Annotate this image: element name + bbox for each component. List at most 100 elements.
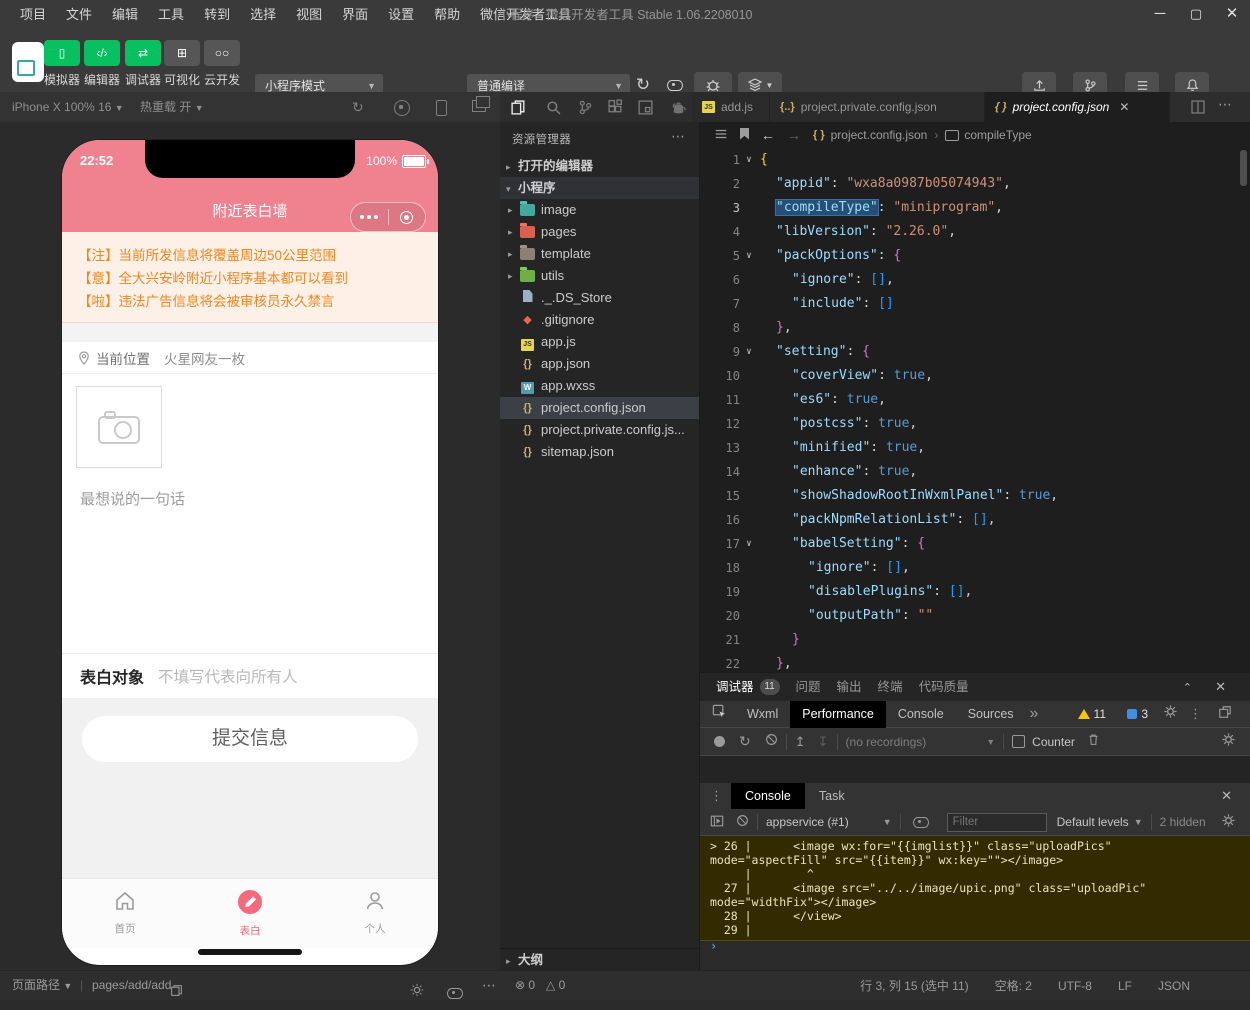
image-upload-button[interactable] — [76, 386, 162, 468]
tree-item-app-js[interactable]: JSapp.js — [500, 331, 699, 353]
console-sidebar-icon[interactable] — [710, 814, 724, 831]
editor-scrollbar[interactable] — [1240, 150, 1247, 186]
tab-confession[interactable]: 表白 — [215, 889, 285, 938]
menu-settings[interactable]: 设置 — [378, 0, 424, 30]
outline-section[interactable]: ▸大纲 — [500, 948, 699, 970]
phone-simulator[interactable]: 22:52 100% 附近表白墙 【注】当前所发信息将覆盖周边50公里范围 【意… — [62, 140, 438, 965]
cloud-dev-button[interactable]: ○○ 云开发 — [202, 40, 242, 88]
encoding[interactable]: UTF-8 — [1058, 979, 1092, 993]
hot-reload-select[interactable]: 热重载 开 ▼ — [140, 92, 204, 123]
source-control-icon[interactable] — [577, 99, 594, 116]
tab-terminal[interactable]: 终端 — [878, 673, 903, 701]
preview-panel-icon[interactable] — [637, 99, 654, 116]
explorer-more-icon[interactable]: ⋯ — [671, 128, 685, 145]
tree-item-project-private-config[interactable]: {}project.private.config.js... — [500, 419, 699, 441]
drawer-more-icon[interactable]: ⋮ — [710, 788, 723, 804]
record-icon[interactable] — [394, 100, 410, 116]
status-more-icon[interactable]: ⋯ — [482, 971, 496, 1000]
tree-item-sitemap-json[interactable]: {}sitemap.json — [500, 441, 699, 463]
menu-help[interactable]: 帮助 — [424, 0, 470, 30]
perf-settings-icon[interactable] — [1221, 732, 1236, 752]
menu-select[interactable]: 选择 — [240, 0, 286, 30]
tree-item-ds-store[interactable]: ._.DS_Store — [500, 287, 699, 309]
reload-icon[interactable]: ↻ — [739, 733, 751, 750]
code-content[interactable]: 1∨{2"appid": "wxa8a0987b05074943",3"comp… — [700, 148, 1250, 676]
log-levels-select[interactable]: Default levels — [1057, 815, 1129, 829]
more-menu-icon[interactable] — [351, 215, 388, 219]
devtools-settings-icon[interactable] — [1163, 704, 1178, 724]
tab-home[interactable]: 首页 — [90, 889, 160, 936]
clear-icon[interactable] — [765, 733, 778, 751]
message-textarea[interactable]: 最想说的一句话 — [80, 488, 185, 509]
teapot-icon[interactable] — [670, 99, 687, 116]
menu-file[interactable]: 文件 — [56, 0, 102, 30]
more-tabs-icon[interactable]: » — [1030, 705, 1039, 723]
location-row[interactable]: 当前位置 火星网友一枚 — [62, 342, 438, 374]
trash-icon[interactable] — [1087, 733, 1100, 751]
tree-item-utils[interactable]: ▸utils — [500, 265, 699, 287]
menu-edit[interactable]: 编辑 — [102, 0, 148, 30]
record-button[interactable] — [714, 736, 725, 747]
breadcrumb-file[interactable]: project.config.json — [831, 128, 928, 142]
console-tab[interactable]: Console — [731, 783, 805, 809]
devtools-tab-performance[interactable]: Performance — [790, 701, 886, 728]
tree-item-app-json[interactable]: {}app.json — [500, 353, 699, 375]
code-editor[interactable]: ← → { } project.config.json › compileTyp… — [700, 122, 1250, 672]
collapse-panel-icon[interactable]: ⌃ — [1183, 681, 1192, 694]
tree-item-pages[interactable]: ▸pages — [500, 221, 699, 243]
bookmark-icon[interactable] — [740, 128, 749, 143]
devtools-tab-sources[interactable]: Sources — [956, 701, 1026, 728]
devtools-tab-wxml[interactable]: Wxml — [735, 701, 790, 728]
menu-interface[interactable]: 界面 — [332, 0, 378, 30]
tree-item-template[interactable]: ▸template — [500, 243, 699, 265]
extensions-icon[interactable] — [607, 99, 624, 116]
clear-console-icon[interactable] — [736, 814, 749, 830]
page-path-select[interactable]: 页面路径 ▼ — [12, 971, 72, 1001]
tree-item-app-wxss[interactable]: Wapp.wxss — [500, 375, 699, 397]
menu-view[interactable]: 视图 — [286, 0, 332, 30]
console-warning-log[interactable]: > 26 | <image wx:for="{{imglist}}" class… — [700, 836, 1250, 941]
watch-icon[interactable] — [447, 981, 463, 1010]
exit-target-icon[interactable] — [389, 211, 426, 224]
tab-output[interactable]: 输出 — [837, 673, 862, 701]
warning-counter[interactable]: 11 — [1078, 707, 1106, 721]
console-settings-icon[interactable] — [1221, 813, 1236, 831]
close-tab-icon[interactable]: ✕ — [1119, 100, 1129, 114]
load-profile-icon[interactable]: ↥ — [795, 734, 806, 750]
tree-item-image[interactable]: ▸image — [500, 199, 699, 221]
editor-toggle-button[interactable]: ‹/› 编辑器 — [82, 40, 122, 88]
submit-button[interactable]: 提交信息 — [82, 716, 418, 762]
target-row[interactable]: 表白对象 不填写代表向所有人 — [62, 653, 438, 698]
tree-item-project-config-json[interactable]: {}project.config.json — [500, 397, 699, 419]
search-icon[interactable] — [545, 99, 562, 116]
popout-icon[interactable] — [1218, 705, 1232, 724]
list-icon[interactable] — [714, 127, 728, 144]
language-mode[interactable]: JSON — [1158, 979, 1190, 993]
simulator-toggle-button[interactable]: ▯ 模拟器 — [42, 40, 82, 88]
visualization-toggle-button[interactable]: ⊞ 可视化 — [162, 40, 202, 88]
tab-project-private-config[interactable]: {..} project.private.config.json — [770, 92, 985, 122]
tab-profile[interactable]: 个人 — [340, 889, 410, 936]
error-count[interactable]: ⊗ 0 — [515, 971, 535, 1000]
files-icon[interactable] — [510, 99, 527, 116]
tab-add-js[interactable]: JS add.js — [692, 92, 770, 122]
devtools-more-icon[interactable]: ⋮ — [1189, 706, 1202, 722]
page-path-value[interactable]: pages/add/add — [92, 971, 171, 1000]
marker-counter[interactable]: 3 — [1117, 707, 1148, 721]
close-panel-icon[interactable]: ✕ — [1215, 679, 1226, 695]
menu-devtools[interactable]: 微信开发者工具 — [470, 0, 581, 30]
console-prompt-icon[interactable]: › — [710, 939, 717, 953]
tree-item-gitignore[interactable]: ◆.gitignore — [500, 309, 699, 331]
tab-code-quality[interactable]: 代码质量 — [919, 673, 969, 701]
multi-window-icon[interactable] — [472, 100, 486, 112]
capsule-menu[interactable] — [350, 202, 426, 232]
menu-tools[interactable]: 工具 — [148, 0, 194, 30]
section-miniprogram[interactable]: ▾小程序 — [500, 177, 699, 199]
section-open-editors[interactable]: ▸打开的编辑器 — [500, 155, 699, 177]
counter-checkbox[interactable] — [1012, 735, 1025, 748]
nav-back-icon[interactable]: ← — [761, 127, 775, 143]
context-select[interactable]: appservice (#1) — [766, 815, 849, 829]
eol[interactable]: LF — [1118, 979, 1132, 993]
copy-path-icon[interactable] — [170, 979, 183, 1008]
nav-forward-icon[interactable]: → — [787, 127, 801, 143]
